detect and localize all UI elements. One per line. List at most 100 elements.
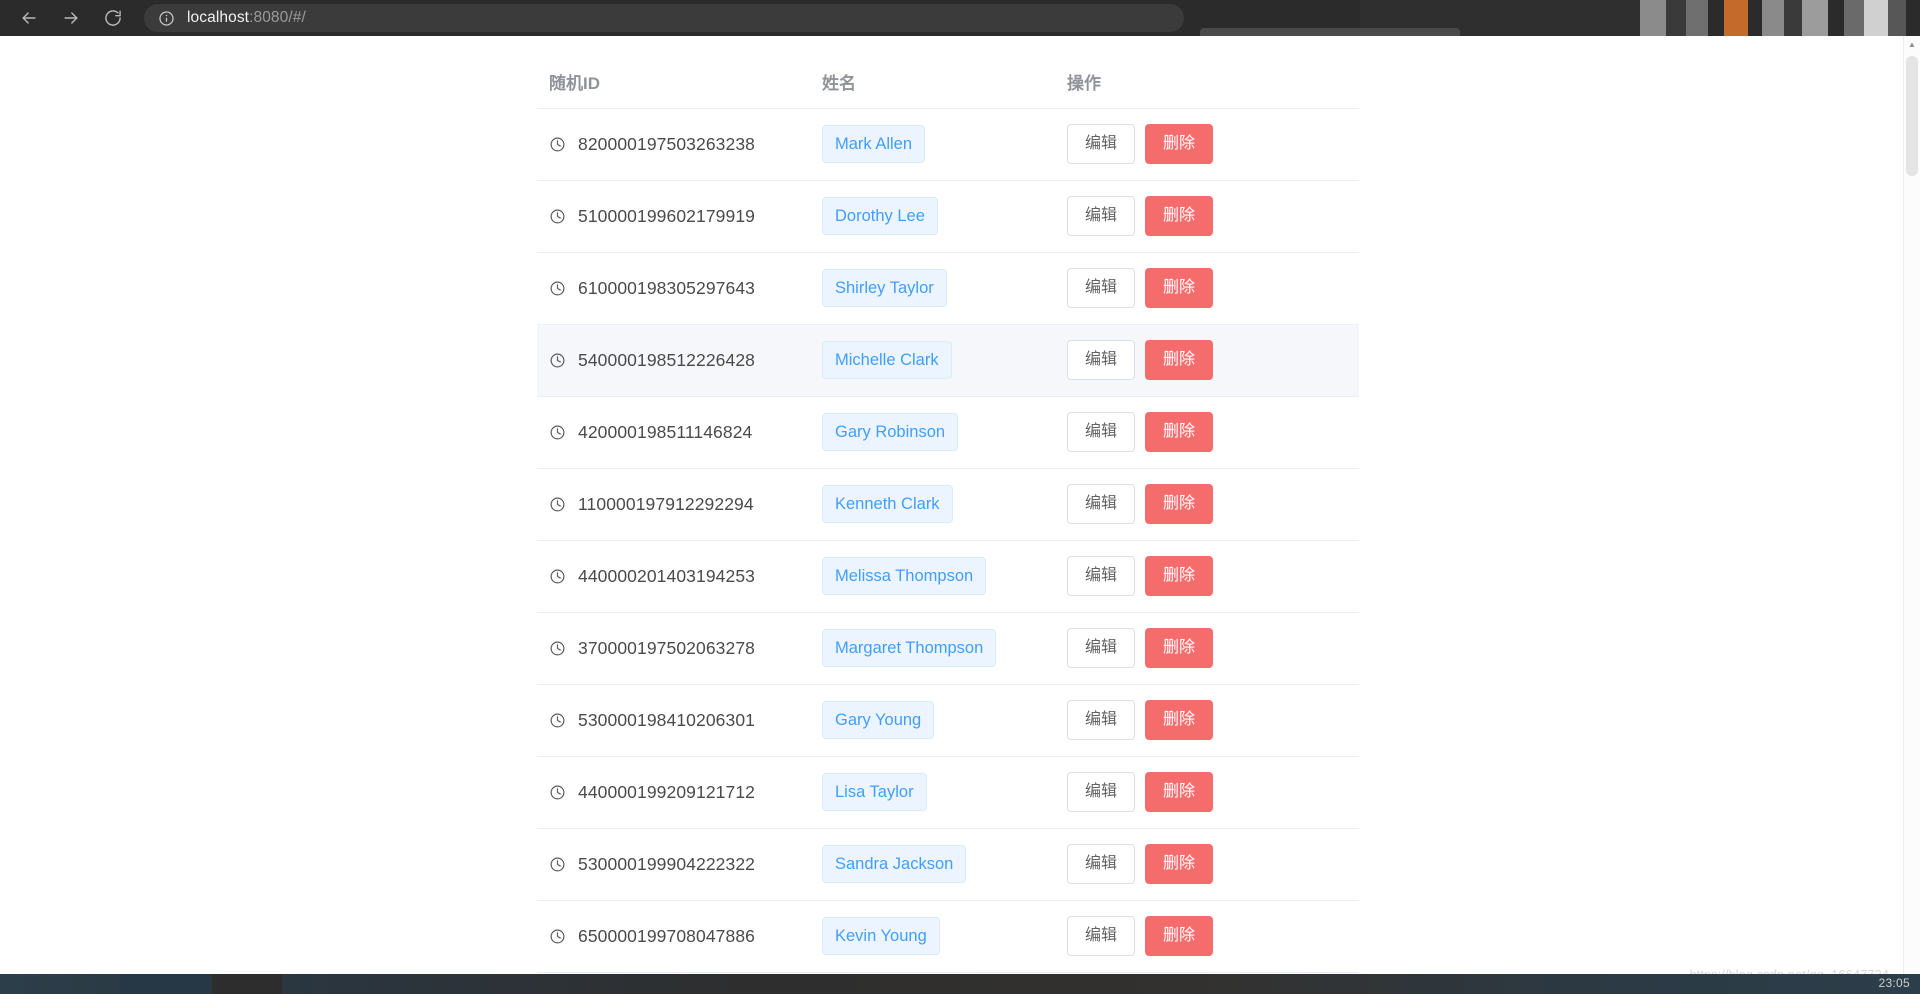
table-row[interactable]: 610000198305297643 Shirley Taylor 编辑 删除 xyxy=(537,252,1359,324)
row-id-text: 820000197503263238 xyxy=(578,133,755,154)
delete-button[interactable]: 删除 xyxy=(1145,124,1214,164)
forward-button[interactable] xyxy=(52,3,90,33)
delete-button[interactable]: 删除 xyxy=(1145,484,1214,524)
edit-button[interactable]: 编辑 xyxy=(1067,340,1136,380)
cell-id: 440000199209121712 xyxy=(537,756,822,828)
name-tag[interactable]: Shirley Taylor xyxy=(822,268,947,308)
page-scrollbar[interactable]: ▲ ▼ xyxy=(1903,36,1920,994)
row-id-text: 650000199708047886 xyxy=(578,925,755,946)
row-id-text: 110000197912292294 xyxy=(578,493,754,514)
cell-name: Mark Allen xyxy=(822,108,1067,180)
cell-id: 530000198410206301 xyxy=(537,684,822,756)
delete-button[interactable]: 删除 xyxy=(1145,196,1214,236)
table-row[interactable]: 110000197912292294 Kenneth Clark 编辑 删除 xyxy=(537,468,1359,540)
os-taskbar[interactable]: 23:05 xyxy=(0,974,1920,994)
edit-button[interactable]: 编辑 xyxy=(1067,412,1136,452)
chrome-artifact-swatches xyxy=(1640,0,1920,36)
name-tag[interactable]: Michelle Clark xyxy=(822,340,952,380)
table-row[interactable]: 530000198410206301 Gary Young 编辑 删除 xyxy=(537,684,1359,756)
taskbar-item[interactable] xyxy=(212,974,282,994)
table-row[interactable]: 650000199708047886 Kevin Young 编辑 删除 xyxy=(537,900,1359,972)
cell-ops: 编辑 删除 xyxy=(1067,180,1359,252)
info-circle-icon[interactable] xyxy=(158,10,175,27)
table-row[interactable]: 370000197502063278 Margaret Thompson 编辑 删除 xyxy=(537,612,1359,684)
delete-button[interactable]: 删除 xyxy=(1145,556,1214,596)
edit-button[interactable]: 编辑 xyxy=(1067,772,1136,812)
cell-id: 610000198305297643 xyxy=(537,252,822,324)
edit-button[interactable]: 编辑 xyxy=(1067,196,1136,236)
table-row[interactable]: 440000199209121712 Lisa Taylor 编辑 删除 xyxy=(537,756,1359,828)
edit-button[interactable]: 编辑 xyxy=(1067,628,1136,668)
id-cell: 510000199602179919 xyxy=(537,206,822,227)
row-id-text: 540000198512226428 xyxy=(578,349,755,370)
delete-button[interactable]: 删除 xyxy=(1145,772,1214,812)
name-tag[interactable]: Sandra Jackson xyxy=(822,844,967,884)
table-row[interactable]: 530000199904222322 Sandra Jackson 编辑 删除 xyxy=(537,828,1359,900)
name-tag[interactable]: Kenneth Clark xyxy=(822,484,953,524)
table-row[interactable]: 820000197503263238 Mark Allen 编辑 删除 xyxy=(537,108,1359,180)
cell-id: 110000197912292294 xyxy=(537,468,822,540)
edit-button[interactable]: 编辑 xyxy=(1067,484,1136,524)
id-cell: 530000198410206301 xyxy=(537,710,822,731)
table-row[interactable]: 440000201403194253 Melissa Thompson 编辑 删除 xyxy=(537,540,1359,612)
table-row[interactable]: 420000198511146824 Gary Robinson 编辑 删除 xyxy=(537,396,1359,468)
clock-icon xyxy=(550,713,565,727)
ops-cell: 编辑 删除 xyxy=(1067,844,1359,884)
clock-icon xyxy=(550,785,565,799)
arrow-left-icon xyxy=(22,12,36,24)
name-tag[interactable]: Lisa Taylor xyxy=(822,772,927,812)
ops-cell: 编辑 删除 xyxy=(1067,268,1359,308)
row-id-text: 530000199904222322 xyxy=(578,853,755,874)
column-header-id[interactable]: 随机ID xyxy=(537,36,822,109)
edit-button[interactable]: 编辑 xyxy=(1067,916,1136,956)
name-tag[interactable]: Gary Robinson xyxy=(822,412,959,452)
cell-name: Kenneth Clark xyxy=(822,468,1067,540)
edit-button[interactable]: 编辑 xyxy=(1067,556,1136,596)
delete-button[interactable]: 删除 xyxy=(1145,412,1214,452)
table-row[interactable]: 540000198512226428 Michelle Clark 编辑 删除 xyxy=(537,324,1359,396)
edit-button[interactable]: 编辑 xyxy=(1067,124,1136,164)
column-header-name[interactable]: 姓名 xyxy=(822,36,1067,109)
edit-button[interactable]: 编辑 xyxy=(1067,700,1136,740)
cell-name: Melissa Thompson xyxy=(822,540,1067,612)
edit-button[interactable]: 编辑 xyxy=(1067,268,1136,308)
id-cell: 610000198305297643 xyxy=(537,278,822,299)
name-tag[interactable]: Gary Young xyxy=(822,700,935,740)
address-bar[interactable]: localhost:8080/#/ xyxy=(144,4,1184,32)
row-id-text: 530000198410206301 xyxy=(578,709,755,730)
edit-button[interactable]: 编辑 xyxy=(1067,844,1136,884)
delete-button[interactable]: 删除 xyxy=(1145,340,1214,380)
name-tag[interactable]: Melissa Thompson xyxy=(822,556,987,596)
reload-button[interactable] xyxy=(94,3,132,33)
table-row[interactable]: 510000199602179919 Dorothy Lee 编辑 删除 xyxy=(537,180,1359,252)
name-tag[interactable]: Dorothy Lee xyxy=(822,196,938,236)
delete-button[interactable]: 删除 xyxy=(1145,268,1214,308)
name-tag[interactable]: Kevin Young xyxy=(822,916,940,956)
cell-id: 440000201403194253 xyxy=(537,540,822,612)
clock-icon xyxy=(550,857,565,871)
cell-name: Lisa Taylor xyxy=(822,756,1067,828)
delete-button[interactable]: 删除 xyxy=(1145,844,1214,884)
clock-icon xyxy=(550,209,565,223)
cell-name: Sandra Jackson xyxy=(822,828,1067,900)
scrollbar-thumb[interactable] xyxy=(1906,56,1918,176)
taskbar-item[interactable] xyxy=(120,974,210,994)
delete-button[interactable]: 删除 xyxy=(1145,916,1214,956)
delete-button[interactable]: 删除 xyxy=(1145,700,1214,740)
delete-button[interactable]: 删除 xyxy=(1145,628,1214,668)
id-cell: 650000199708047886 xyxy=(537,926,822,947)
name-tag[interactable]: Mark Allen xyxy=(822,124,926,164)
cell-name: Michelle Clark xyxy=(822,324,1067,396)
taskbar-clock: 23:05 xyxy=(1878,976,1910,990)
back-button[interactable] xyxy=(10,3,48,33)
clock-icon xyxy=(550,569,565,583)
id-cell: 820000197503263238 xyxy=(537,134,822,155)
ops-cell: 编辑 删除 xyxy=(1067,196,1359,236)
tab-strip-artifact xyxy=(1200,28,1460,36)
name-tag[interactable]: Margaret Thompson xyxy=(822,628,997,668)
row-id-text: 370000197502063278 xyxy=(578,637,755,658)
ops-cell: 编辑 删除 xyxy=(1067,700,1359,740)
id-cell: 530000199904222322 xyxy=(537,854,822,875)
scrollbar-up-arrow[interactable]: ▲ xyxy=(1904,36,1920,53)
cell-ops: 编辑 删除 xyxy=(1067,756,1359,828)
